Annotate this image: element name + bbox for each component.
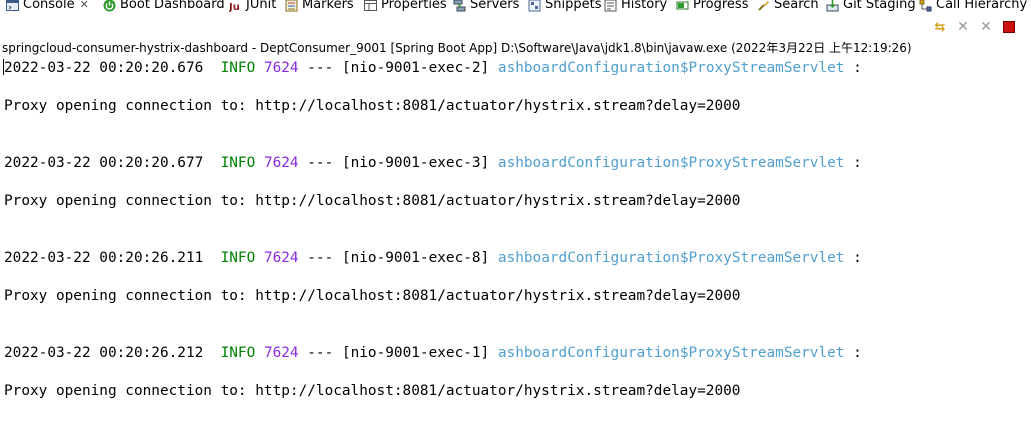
log-colon: : [853,60,862,76]
tab-junit[interactable]: Ju JUnit [228,0,277,14]
log-line: 2022-03-22 00:20:20.676 INFO 7624 --- [n… [4,58,862,78]
log-thread: [nio-9001-exec-2] [341,60,490,76]
log-message: Proxy opening connection to: http://loca… [4,98,741,114]
tab-label: Console [23,0,75,12]
log-logger: ashboardConfiguration$ProxyStreamServlet [497,345,845,361]
svg-text:Ju: Ju [229,2,240,12]
tab-label: Boot Dashboard [120,0,225,12]
tab-boot-dashboard[interactable]: Boot Dashboard [103,0,225,14]
tab-snippets[interactable]: Snippets [528,0,601,14]
log-thread: [nio-9001-exec-3] [341,155,490,171]
tab-progress[interactable]: Progress [676,0,748,14]
terminate-icon[interactable] [999,17,1019,37]
tab-label: Markers [302,0,354,12]
remove-launch-icon[interactable]: ✕ [953,17,973,37]
log-separator: --- [307,60,334,76]
tab-label: Properties [381,0,447,12]
call-hierarchy-icon [919,0,932,12]
junit-icon: Ju [228,0,242,13]
tab-servers[interactable]: Servers [453,0,519,14]
log-timestamp: 2022-03-22 00:20:20.677 [4,155,204,171]
properties-icon [364,0,377,12]
log-separator: --- [307,345,334,361]
log-timestamp: 2022-03-22 00:20:26.211 [4,250,204,266]
log-logger: ashboardConfiguration$ProxyStreamServlet [497,250,845,266]
tab-label: Snippets [545,0,602,12]
console-output[interactable]: 2022-03-22 00:20:20.676 INFO 7624 --- [n… [0,56,1031,427]
tab-label: JUnit [246,0,277,12]
servers-icon [453,0,466,12]
tab-git-staging[interactable]: Git Staging [826,0,916,14]
log-logger: ashboardConfiguration$ProxyStreamServlet [497,60,845,76]
stop-square [1003,21,1015,33]
tab-label: History [621,0,668,12]
markers-icon [285,0,298,12]
log-level: INFO [220,60,256,76]
tab-label: Servers [470,0,520,12]
history-icon [604,0,617,12]
log-line: 2022-03-22 00:20:26.211 INFO 7624 --- [n… [4,248,862,268]
log-pid: 7624 [263,345,299,361]
log-timestamp: 2022-03-22 00:20:20.676 [4,60,204,76]
log-colon: : [853,250,862,266]
git-staging-icon [826,0,839,12]
tab-console[interactable]: Console ✕ [6,0,89,14]
log-separator: --- [307,250,334,266]
log-message: Proxy opening connection to: http://loca… [4,288,741,304]
log-pid: 7624 [263,250,299,266]
tab-search[interactable]: Search [757,0,819,14]
console-icon [6,0,19,12]
process-description: springcloud-consumer-hystrix-dashboard -… [2,41,912,55]
tab-call-hierarchy[interactable]: Call Hierarchy [919,0,1027,14]
log-thread: [nio-9001-exec-8] [341,250,490,266]
log-message: Proxy opening connection to: http://loca… [4,383,741,399]
tab-label: Search [774,0,819,12]
log-logger: ashboardConfiguration$ProxyStreamServlet [497,155,845,171]
pin-console-icon[interactable]: ⇆ [930,17,950,37]
log-separator: --- [307,155,334,171]
tab-properties[interactable]: Properties [364,0,447,14]
power-icon [103,0,116,12]
log-level: INFO [220,250,256,266]
log-line: 2022-03-22 00:20:20.677 INFO 7624 --- [n… [4,153,862,173]
log-pid: 7624 [263,155,299,171]
progress-icon [676,0,689,12]
tab-label: Progress [693,0,749,12]
search-icon [757,0,770,12]
console-toolbar: ⇆ ✕ ✕ [930,16,1019,38]
log-line: 2022-03-22 00:20:26.212 INFO 7624 --- [n… [4,343,862,363]
tab-history[interactable]: History [604,0,667,14]
log-pid: 7624 [263,60,299,76]
log-colon: : [853,155,862,171]
tab-label: Call Hierarchy [936,0,1028,12]
log-message: Proxy opening connection to: http://loca… [4,193,741,209]
log-level: INFO [220,345,256,361]
log-colon: : [853,345,862,361]
tab-markers[interactable]: Markers [285,0,354,14]
remove-all-terminated-icon[interactable]: ✕ [976,17,996,37]
snippets-icon [528,0,541,12]
log-timestamp: 2022-03-22 00:20:26.212 [4,345,204,361]
tab-label: Git Staging [843,0,916,12]
log-thread: [nio-9001-exec-1] [341,345,490,361]
close-icon[interactable]: ✕ [80,0,89,14]
view-tab-bar: Console ✕ Boot Dashboard Ju JUnit Marker… [0,0,1031,14]
log-level: INFO [220,155,256,171]
